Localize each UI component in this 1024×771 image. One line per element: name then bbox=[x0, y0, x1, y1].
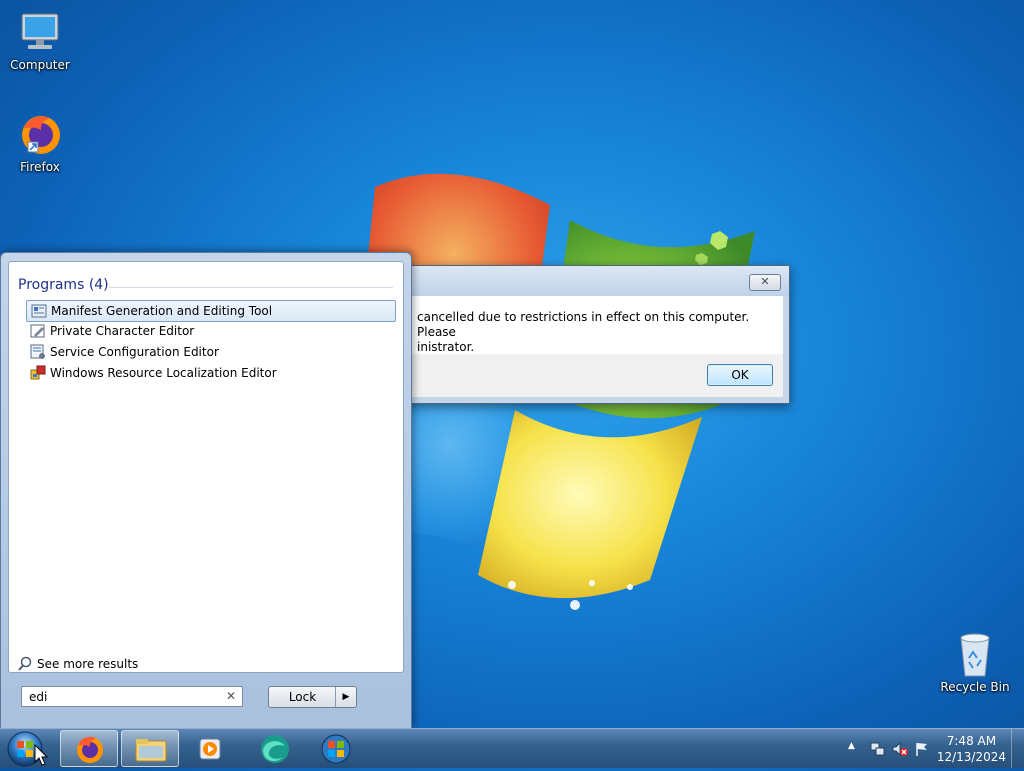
character-editor-icon bbox=[30, 324, 45, 338]
system-tray: ▲ 7:48 AM 12/13/2024 bbox=[834, 729, 1024, 769]
dialog-message-line: inistrator. bbox=[417, 340, 475, 354]
see-more-results-link[interactable]: See more results bbox=[17, 656, 138, 672]
result-windows-resource-localization-editor[interactable]: Windows Resource Localization Editor bbox=[26, 363, 394, 383]
localization-editor-icon bbox=[30, 365, 46, 380]
taskbar: ▲ 7:48 AM 12/13/2024 bbox=[0, 728, 1024, 768]
recycle-bin-icon bbox=[960, 633, 990, 677]
firefox-icon bbox=[22, 116, 60, 154]
volume-muted-icon[interactable] bbox=[892, 741, 908, 757]
result-private-character-editor[interactable]: Private Character Editor bbox=[26, 321, 394, 341]
clock-time: 7:48 AM bbox=[946, 734, 997, 748]
action-center-flag-icon[interactable] bbox=[914, 741, 930, 757]
result-label: Service Configuration Editor bbox=[50, 345, 219, 359]
desktop-icon-computer[interactable]: Computer bbox=[0, 8, 80, 72]
desktop-icon-recycle-bin[interactable]: Recycle Bin bbox=[935, 630, 1015, 694]
show-desktop-button[interactable] bbox=[1011, 729, 1024, 768]
power-options-arrow-icon[interactable]: ▶ bbox=[335, 687, 356, 707]
dialog-message-line: cancelled due to restrictions in effect … bbox=[417, 310, 750, 339]
desktop-icon-label: Firefox bbox=[20, 160, 60, 174]
result-service-configuration-editor[interactable]: Service Configuration Editor bbox=[26, 342, 394, 362]
network-icon[interactable] bbox=[870, 741, 886, 757]
restrictions-dialog: ✕ cancelled due to restrictions in effec… bbox=[390, 265, 790, 404]
start-search-box[interactable]: ✕ bbox=[21, 686, 243, 707]
folder-icon bbox=[135, 739, 167, 762]
lock-button[interactable]: Lock ▶ bbox=[268, 686, 357, 708]
lock-label: Lock bbox=[288, 690, 317, 704]
media-player-icon bbox=[199, 738, 221, 760]
result-label: Manifest Generation and Editing Tool bbox=[51, 304, 273, 318]
see-more-label: See more results bbox=[37, 657, 139, 671]
clear-search-icon[interactable]: ✕ bbox=[226, 689, 236, 703]
start-menu: Programs (4) Manifest Generation and Edi… bbox=[0, 252, 412, 730]
result-label: Private Character Editor bbox=[50, 324, 195, 338]
desktop-icon-firefox[interactable]: Firefox bbox=[0, 110, 80, 174]
taskbar-clock[interactable]: 7:48 AM 12/13/2024 bbox=[937, 733, 1006, 765]
dialog-footer: OK bbox=[397, 354, 783, 397]
desktop-icon-label: Computer bbox=[10, 58, 70, 72]
firefox-icon bbox=[77, 736, 103, 763]
edge-icon bbox=[261, 735, 289, 763]
dialog-close-button[interactable]: ✕ bbox=[749, 274, 781, 291]
programs-heading: Programs (4) bbox=[18, 277, 109, 293]
taskbar-windows-app-button[interactable] bbox=[307, 730, 365, 767]
desktop-icon-label: Recycle Bin bbox=[940, 680, 1010, 694]
magnifier-icon bbox=[18, 656, 32, 671]
result-label: Windows Resource Localization Editor bbox=[50, 366, 277, 380]
clock-date: 12/13/2024 bbox=[936, 750, 1006, 764]
taskbar-windows-explorer-button[interactable] bbox=[121, 730, 179, 767]
taskbar-media-player-button[interactable] bbox=[182, 730, 240, 767]
windows-logo-icon bbox=[321, 734, 351, 764]
manifest-tool-icon bbox=[31, 304, 47, 318]
computer-icon bbox=[21, 13, 59, 49]
show-hidden-icons-icon[interactable]: ▲ bbox=[848, 741, 855, 751]
dialog-titlebar[interactable]: ✕ bbox=[391, 266, 789, 296]
taskbar-firefox-button[interactable] bbox=[60, 730, 118, 767]
ok-button[interactable]: OK bbox=[707, 364, 773, 386]
search-results-panel: Programs (4) Manifest Generation and Edi… bbox=[8, 261, 404, 673]
service-config-icon bbox=[30, 344, 45, 359]
heading-divider bbox=[109, 287, 393, 288]
result-manifest-generation-tool[interactable]: Manifest Generation and Editing Tool bbox=[26, 300, 396, 322]
mouse-cursor-icon bbox=[34, 744, 48, 766]
start-search-input[interactable] bbox=[27, 689, 221, 705]
taskbar-edge-button[interactable] bbox=[245, 730, 303, 767]
